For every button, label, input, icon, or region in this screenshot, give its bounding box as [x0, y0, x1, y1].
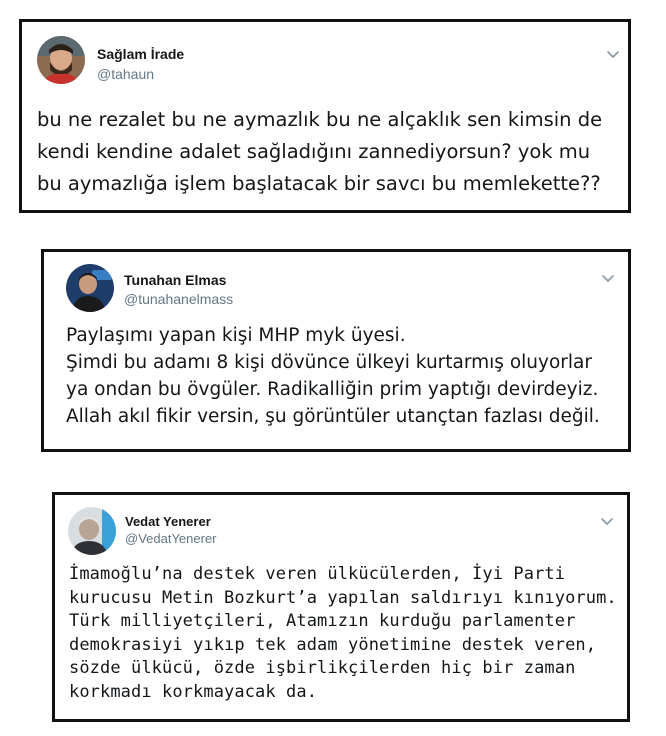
tweet-text: bu ne rezalet bu ne aymazlık bu ne alçak… [37, 108, 603, 195]
avatar-image [68, 507, 116, 555]
avatar[interactable] [37, 36, 85, 84]
tweet-text: Paylaşımı yapan kişi MHP myk üyesi. Şimd… [66, 325, 600, 427]
tweet-card: Vedat Yenerer @VedatYenerer İmamoğlu’na … [52, 492, 630, 722]
tweet-card: Sağlam İrade @tahaun bu ne rezalet bu ne… [19, 19, 631, 213]
avatar-image [37, 36, 85, 84]
avatar[interactable] [66, 264, 114, 312]
display-name[interactable]: Vedat Yenerer [125, 514, 211, 529]
username[interactable]: @tunahanelmass [124, 291, 233, 307]
chevron-down-icon[interactable] [605, 46, 621, 62]
display-name[interactable]: Tunahan Elmas [124, 272, 226, 288]
display-name[interactable]: Sağlam İrade [97, 46, 184, 62]
username[interactable]: @tahaun [97, 66, 154, 82]
chevron-down-icon[interactable] [600, 270, 616, 286]
avatar[interactable] [68, 507, 116, 555]
avatar-image [66, 264, 114, 312]
tweet-card: Tunahan Elmas @tunahanelmass Paylaşımı y… [41, 249, 631, 452]
tweet-text: İmamoğlu’na destek veren ülkücülerden, İ… [69, 564, 617, 702]
chevron-down-icon[interactable] [599, 513, 615, 529]
username[interactable]: @VedatYenerer [125, 531, 217, 546]
